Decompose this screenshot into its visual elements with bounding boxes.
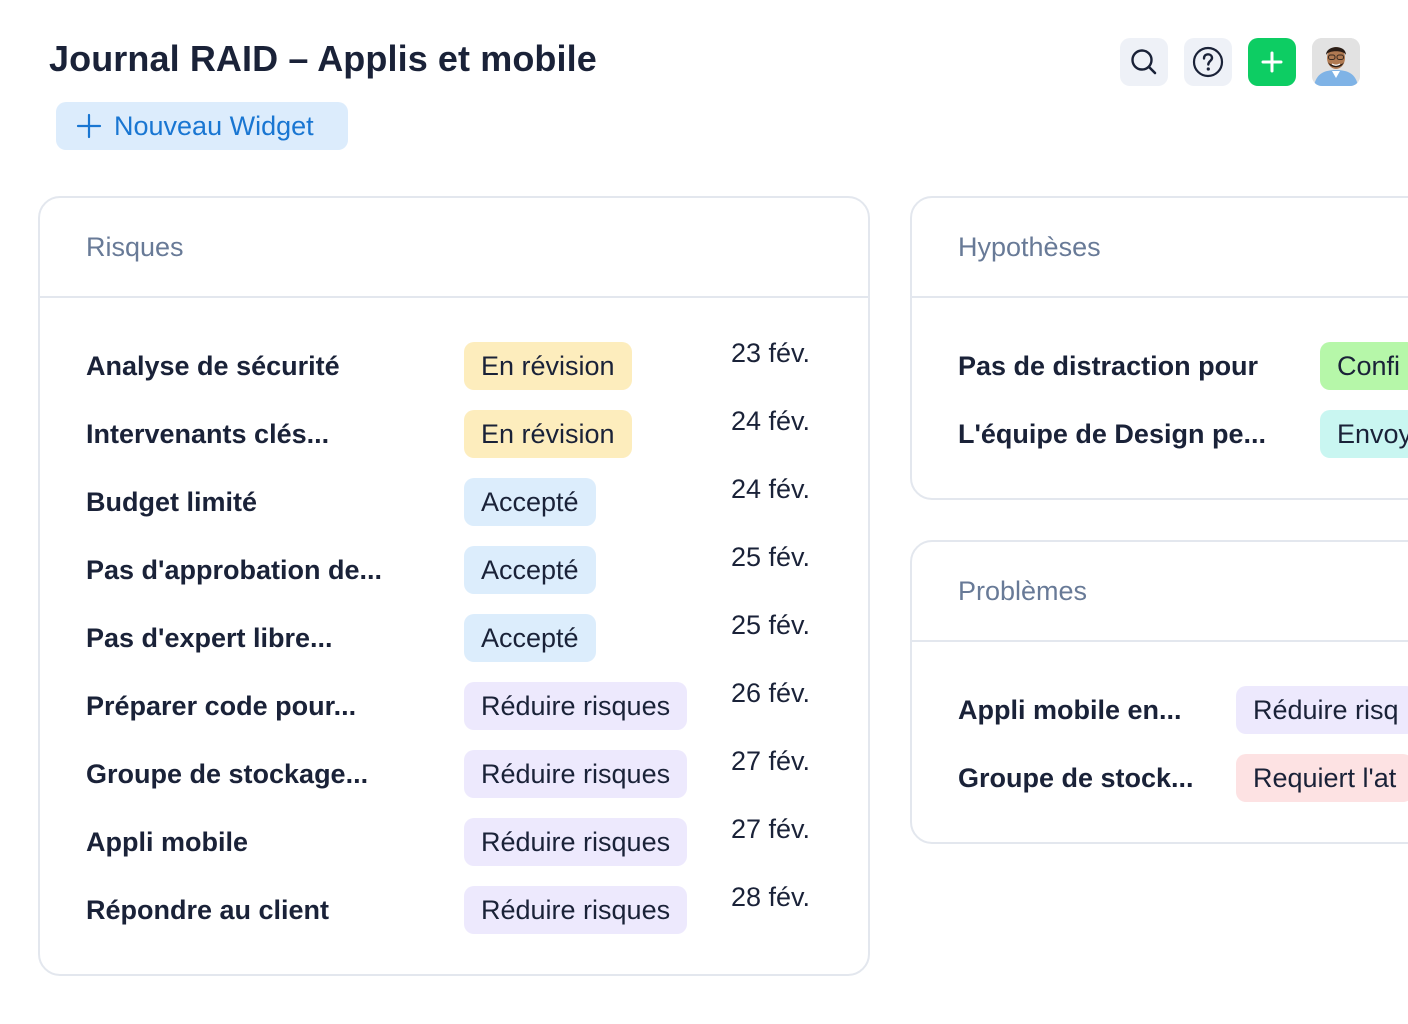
assumptions-widget: Hypothèses Pas de distraction pour Confi L… xyxy=(910,196,1408,500)
status-badge[interactable]: Réduire risques xyxy=(464,886,688,934)
item-name: Analyse de sécurité xyxy=(86,350,340,381)
item-date: 25 fév. xyxy=(731,610,811,640)
status-badge[interactable]: Confi xyxy=(1320,342,1408,390)
list-item[interactable]: L'équipe de Design pe... Envoy xyxy=(958,410,1408,458)
list-item[interactable]: Pas d'approbation de... Accepté 25 fév. xyxy=(86,542,868,594)
list-item[interactable]: Budget limité Accepté 24 fév. xyxy=(86,474,868,526)
item-date: 23 fév. xyxy=(731,338,811,368)
list-item[interactable]: Pas d'expert libre... Accepté 25 fév. xyxy=(86,610,868,662)
risks-widget-title: Risques xyxy=(40,198,868,298)
page-title: Journal RAID – Applis et mobile xyxy=(49,38,597,79)
item-name: Pas d'approbation de... xyxy=(86,554,382,585)
item-date: 27 fév. xyxy=(731,746,811,776)
user-avatar-image xyxy=(1312,38,1360,86)
new-widget-button[interactable]: Nouveau Widget xyxy=(56,102,348,150)
item-date: 26 fév. xyxy=(731,678,811,708)
item-name: Préparer code pour... xyxy=(86,690,357,721)
add-button[interactable] xyxy=(1248,38,1296,86)
item-name: Répondre au client xyxy=(86,894,330,925)
status-badge[interactable]: Requiert l'at xyxy=(1236,754,1408,802)
item-name: Groupe de stock... xyxy=(958,762,1194,793)
item-name: Appli mobile en... xyxy=(958,694,1182,725)
item-name: Budget limité xyxy=(86,486,258,517)
assumptions-widget-title: Hypothèses xyxy=(912,198,1408,298)
list-item[interactable]: Pas de distraction pour Confi xyxy=(958,342,1408,390)
list-item[interactable]: Intervenants clés... En révision 24 fév. xyxy=(86,406,868,458)
plus-icon xyxy=(76,113,102,139)
issues-widget: Problèmes Appli mobile en... Réduire risq… xyxy=(910,540,1408,844)
status-badge[interactable]: Réduire risq xyxy=(1236,686,1408,734)
list-item[interactable]: Préparer code pour... Réduire risques 26 f… xyxy=(86,678,868,730)
help-icon xyxy=(1192,46,1224,78)
item-date: 25 fév. xyxy=(731,542,811,572)
search-button[interactable] xyxy=(1120,38,1168,86)
item-date: 24 fév. xyxy=(731,406,811,436)
search-icon xyxy=(1131,49,1157,75)
list-item[interactable]: Analyse de sécurité En révision 23 fév. xyxy=(86,338,868,390)
status-badge[interactable]: Réduire risques xyxy=(464,818,688,866)
status-badge[interactable]: Envoy xyxy=(1320,410,1408,458)
status-badge[interactable]: Accepté xyxy=(464,614,596,662)
status-badge[interactable]: Réduire risques xyxy=(464,682,688,730)
top-actions xyxy=(1120,38,1360,86)
risks-widget: Risques Analyse de sécurité En révision 23… xyxy=(38,196,870,976)
list-item[interactable]: Groupe de stock... Requiert l'at xyxy=(958,754,1408,802)
item-name: Appli mobile xyxy=(86,826,248,857)
item-name: Pas de distraction pour xyxy=(958,350,1259,381)
status-badge[interactable]: Réduire risques xyxy=(464,750,688,798)
list-item[interactable]: Répondre au client Réduire risques 28 fév. xyxy=(86,882,868,934)
item-date: 27 fév. xyxy=(731,814,811,844)
item-date: 28 fév. xyxy=(731,882,811,912)
list-item[interactable]: Groupe de stockage... Réduire risques 27 f… xyxy=(86,746,868,798)
status-badge[interactable]: En révision xyxy=(464,410,632,458)
status-badge[interactable]: En révision xyxy=(464,342,632,390)
list-item[interactable]: Appli mobile Réduire risques 27 fév. xyxy=(86,814,868,866)
user-avatar[interactable] xyxy=(1312,38,1360,86)
status-badge[interactable]: Accepté xyxy=(464,546,596,594)
plus-icon xyxy=(1261,51,1283,73)
status-badge[interactable]: Accepté xyxy=(464,478,596,526)
item-name: L'équipe de Design pe... xyxy=(958,418,1266,449)
item-name: Intervenants clés... xyxy=(86,418,330,449)
list-item[interactable]: Appli mobile en... Réduire risq xyxy=(958,686,1408,734)
item-name: Groupe de stockage... xyxy=(86,758,369,789)
issues-widget-title: Problèmes xyxy=(912,542,1408,642)
item-date: 24 fév. xyxy=(731,474,811,504)
help-button[interactable] xyxy=(1184,38,1232,86)
item-name: Pas d'expert libre... xyxy=(86,622,333,653)
new-widget-label: Nouveau Widget xyxy=(114,110,314,141)
